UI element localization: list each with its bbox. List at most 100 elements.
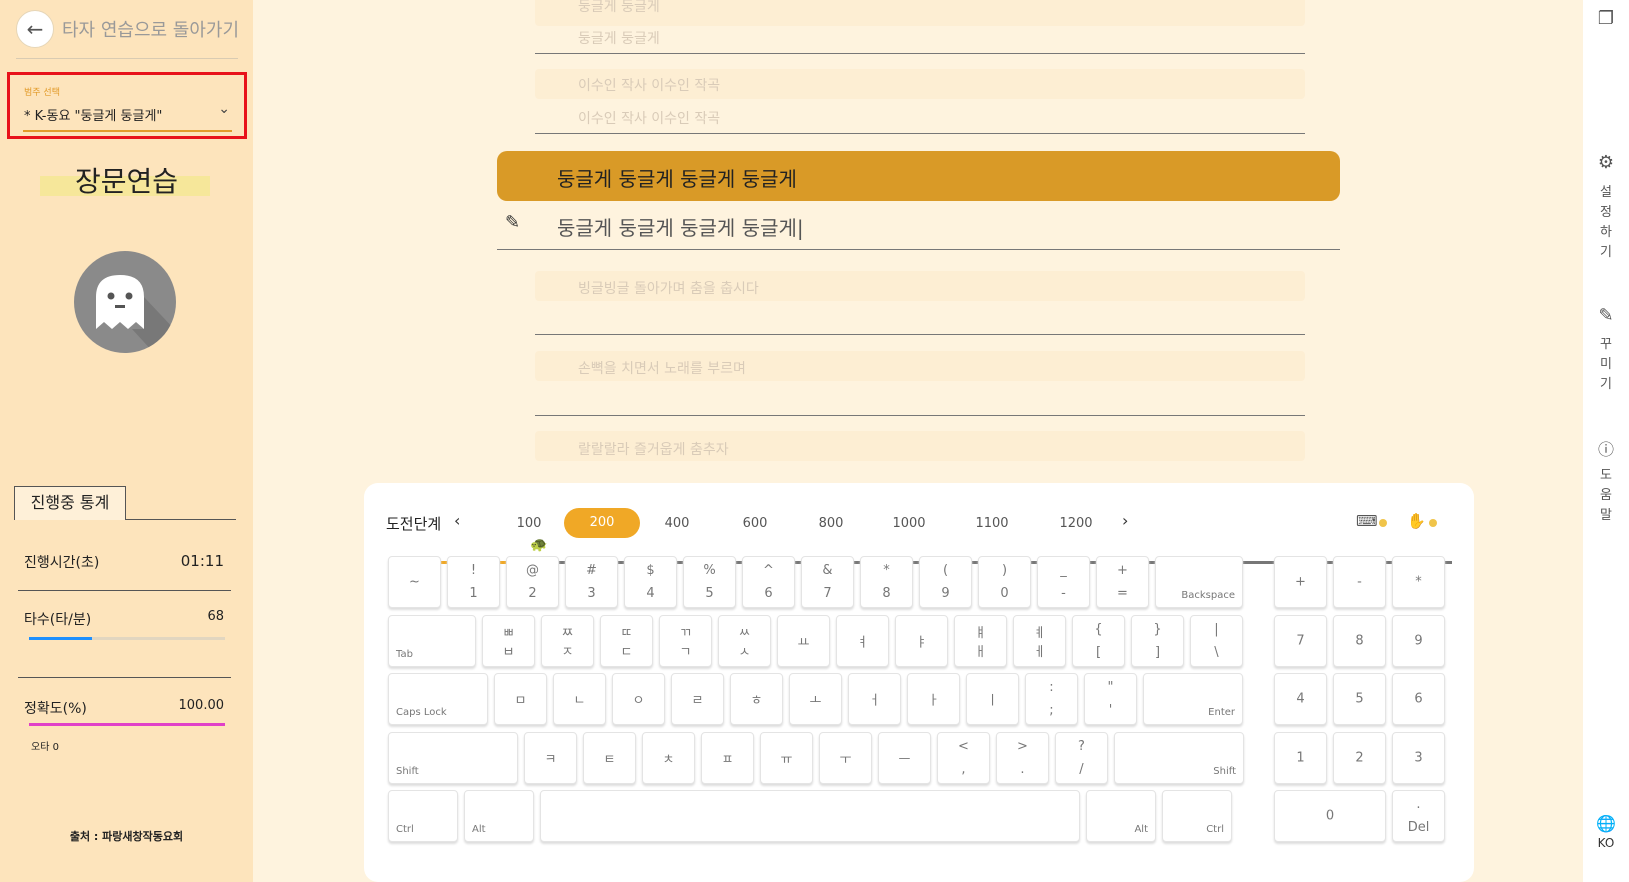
key-ㅁ[interactable]: ㅁ	[494, 673, 547, 725]
numpad-key-7[interactable]: 7	[1274, 615, 1327, 667]
key-~[interactable]: ~	[388, 556, 441, 608]
numpad-key--[interactable]: -	[1333, 556, 1386, 608]
key-ㅓ[interactable]: ㅓ	[848, 673, 901, 725]
arrow-left-icon[interactable]: ←	[16, 10, 54, 48]
stage-1100[interactable]: 1100	[962, 516, 1022, 531]
key-ㅛ[interactable]: ㅛ	[777, 615, 830, 667]
decorate-button[interactable]: 꾸미기	[1583, 335, 1629, 395]
brush-icon[interactable]: ✎	[1583, 305, 1629, 326]
key-;[interactable]: :;	[1025, 673, 1078, 725]
key-ㄱ[interactable]: ㄲㄱ	[659, 615, 712, 667]
key-ㅇ[interactable]: ㅇ	[612, 673, 665, 725]
stage-1000[interactable]: 1000	[879, 516, 939, 531]
numpad-key-5[interactable]: 5	[1333, 673, 1386, 725]
key-.[interactable]: >.	[996, 732, 1049, 784]
help-button[interactable]: 도움말	[1583, 466, 1629, 526]
key--[interactable]: _ -	[1037, 556, 1090, 608]
song-select[interactable]: 범주 선택 * K-동요 "둥글게 둥글게" ⌄	[7, 72, 247, 139]
key-ㅣ[interactable]: ㅣ	[966, 673, 1019, 725]
key-space[interactable]	[540, 790, 1080, 842]
key-ㅌ[interactable]: ㅌ	[583, 732, 636, 784]
numpad-key-2[interactable]: 2	[1333, 732, 1386, 784]
key-ㅊ[interactable]: ㅊ	[642, 732, 695, 784]
numpad-key-1[interactable]: 1	[1274, 732, 1327, 784]
hand-icon[interactable]: ✋	[1407, 512, 1426, 530]
key-2[interactable]: @2	[506, 556, 559, 608]
key-ㅜ[interactable]: ㅜ	[819, 732, 872, 784]
key-7[interactable]: & 7	[801, 556, 854, 608]
key-6[interactable]: ^ 6	[742, 556, 795, 608]
stage-400[interactable]: 400	[647, 516, 707, 531]
stage-100[interactable]: 100	[499, 516, 559, 531]
key-ㅂ[interactable]: ㅃㅂ	[482, 615, 535, 667]
numpad-key-del[interactable]: . Del	[1392, 790, 1445, 842]
numpad-key-0[interactable]: 0	[1274, 790, 1386, 842]
key-ㅅ[interactable]: ㅆㅅ	[718, 615, 771, 667]
typing-input[interactable]: 둥글게 둥글게 둥글게 둥글게|	[557, 212, 804, 241]
language-toggle[interactable]: KO	[1583, 836, 1629, 850]
numpad-key-9[interactable]: 9	[1392, 615, 1445, 667]
globe-icon[interactable]: 🌐	[1583, 814, 1629, 833]
key-ㅈ[interactable]: ㅉㅈ	[541, 615, 594, 667]
chevron-down-icon[interactable]: ⌄	[218, 101, 230, 117]
key-ctrl-left[interactable]: Ctrl	[388, 790, 458, 842]
key-9[interactable]: (9	[919, 556, 972, 608]
key-0[interactable]: ) 0	[978, 556, 1031, 608]
numpad-key-+[interactable]: +	[1274, 556, 1327, 608]
key-backspace[interactable]: Backspace	[1155, 556, 1243, 608]
key-ㅍ[interactable]: ㅍ	[701, 732, 754, 784]
stage-1200[interactable]: 1200	[1046, 516, 1106, 531]
key-3[interactable]: #3	[565, 556, 618, 608]
key-][interactable]: }]	[1131, 615, 1184, 667]
back-button[interactable]: ← 타자 연습으로 돌아가기	[16, 10, 239, 48]
help-icon[interactable]: ⓘ	[1583, 436, 1629, 460]
numpad-key-*[interactable]: *	[1392, 556, 1445, 608]
key-ㄹ[interactable]: ㄹ	[671, 673, 724, 725]
key-4[interactable]: $4	[624, 556, 677, 608]
key-1[interactable]: ! 1	[447, 556, 500, 608]
key-8[interactable]: * 8	[860, 556, 913, 608]
key-label: 9	[941, 586, 950, 601]
settings-button[interactable]: 설정하기	[1583, 183, 1629, 263]
numpad-key-3[interactable]: 3	[1392, 732, 1445, 784]
key-ㅋ[interactable]: ㅋ	[524, 732, 577, 784]
key-enter[interactable]: Enter	[1143, 673, 1243, 725]
key-ㅠ[interactable]: ㅠ	[760, 732, 813, 784]
key-\[interactable]: | \	[1190, 615, 1243, 667]
key-shift-left[interactable]: Shift	[388, 732, 518, 784]
key-ㅡ[interactable]: ㅡ	[878, 732, 931, 784]
stage-600[interactable]: 600	[725, 516, 785, 531]
key-ㄴ[interactable]: ㄴ	[553, 673, 606, 725]
key-ㅗ[interactable]: ㅗ	[789, 673, 842, 725]
song-select-value[interactable]: * K-동요 "둥글게 둥글게"	[24, 105, 162, 124]
window-icon[interactable]: ❐	[1583, 8, 1629, 29]
key-alt-right[interactable]: Alt	[1086, 790, 1156, 842]
key-alt-left[interactable]: Alt	[464, 790, 534, 842]
key-5[interactable]: % 5	[683, 556, 736, 608]
key-ㅑ[interactable]: ㅑ	[895, 615, 948, 667]
key-=[interactable]: + =	[1096, 556, 1149, 608]
key-shift-right[interactable]: Shift	[1114, 732, 1244, 784]
key-tab[interactable]: Tab	[388, 615, 476, 667]
key-/[interactable]: ? /	[1055, 732, 1108, 784]
key-ㄷ[interactable]: ㄸㄷ	[600, 615, 653, 667]
numpad-key-4[interactable]: 4	[1274, 673, 1327, 725]
stage-200[interactable]: 200	[564, 508, 640, 538]
key-ㅔ[interactable]: ㅖㅔ	[1013, 615, 1066, 667]
key-,[interactable]: <,	[937, 732, 990, 784]
stage-800[interactable]: 800	[801, 516, 861, 531]
key-ㅐ[interactable]: ㅒㅐ	[954, 615, 1007, 667]
chevron-right-icon[interactable]: ›	[1122, 511, 1128, 530]
keyboard-icon[interactable]: ⌨	[1356, 512, 1378, 530]
key-capslock[interactable]: Caps Lock	[388, 673, 488, 725]
key-ㅎ[interactable]: ㅎ	[730, 673, 783, 725]
key-'[interactable]: " '	[1084, 673, 1137, 725]
numpad-key-8[interactable]: 8	[1333, 615, 1386, 667]
chevron-left-icon[interactable]: ‹	[454, 511, 460, 530]
key-[[interactable]: {[	[1072, 615, 1125, 667]
key-ctrl-right[interactable]: Ctrl	[1162, 790, 1232, 842]
key-ㅏ[interactable]: ㅏ	[907, 673, 960, 725]
numpad-key-6[interactable]: 6	[1392, 673, 1445, 725]
gear-icon[interactable]: ⚙	[1583, 152, 1629, 173]
key-ㅕ[interactable]: ㅕ	[836, 615, 889, 667]
